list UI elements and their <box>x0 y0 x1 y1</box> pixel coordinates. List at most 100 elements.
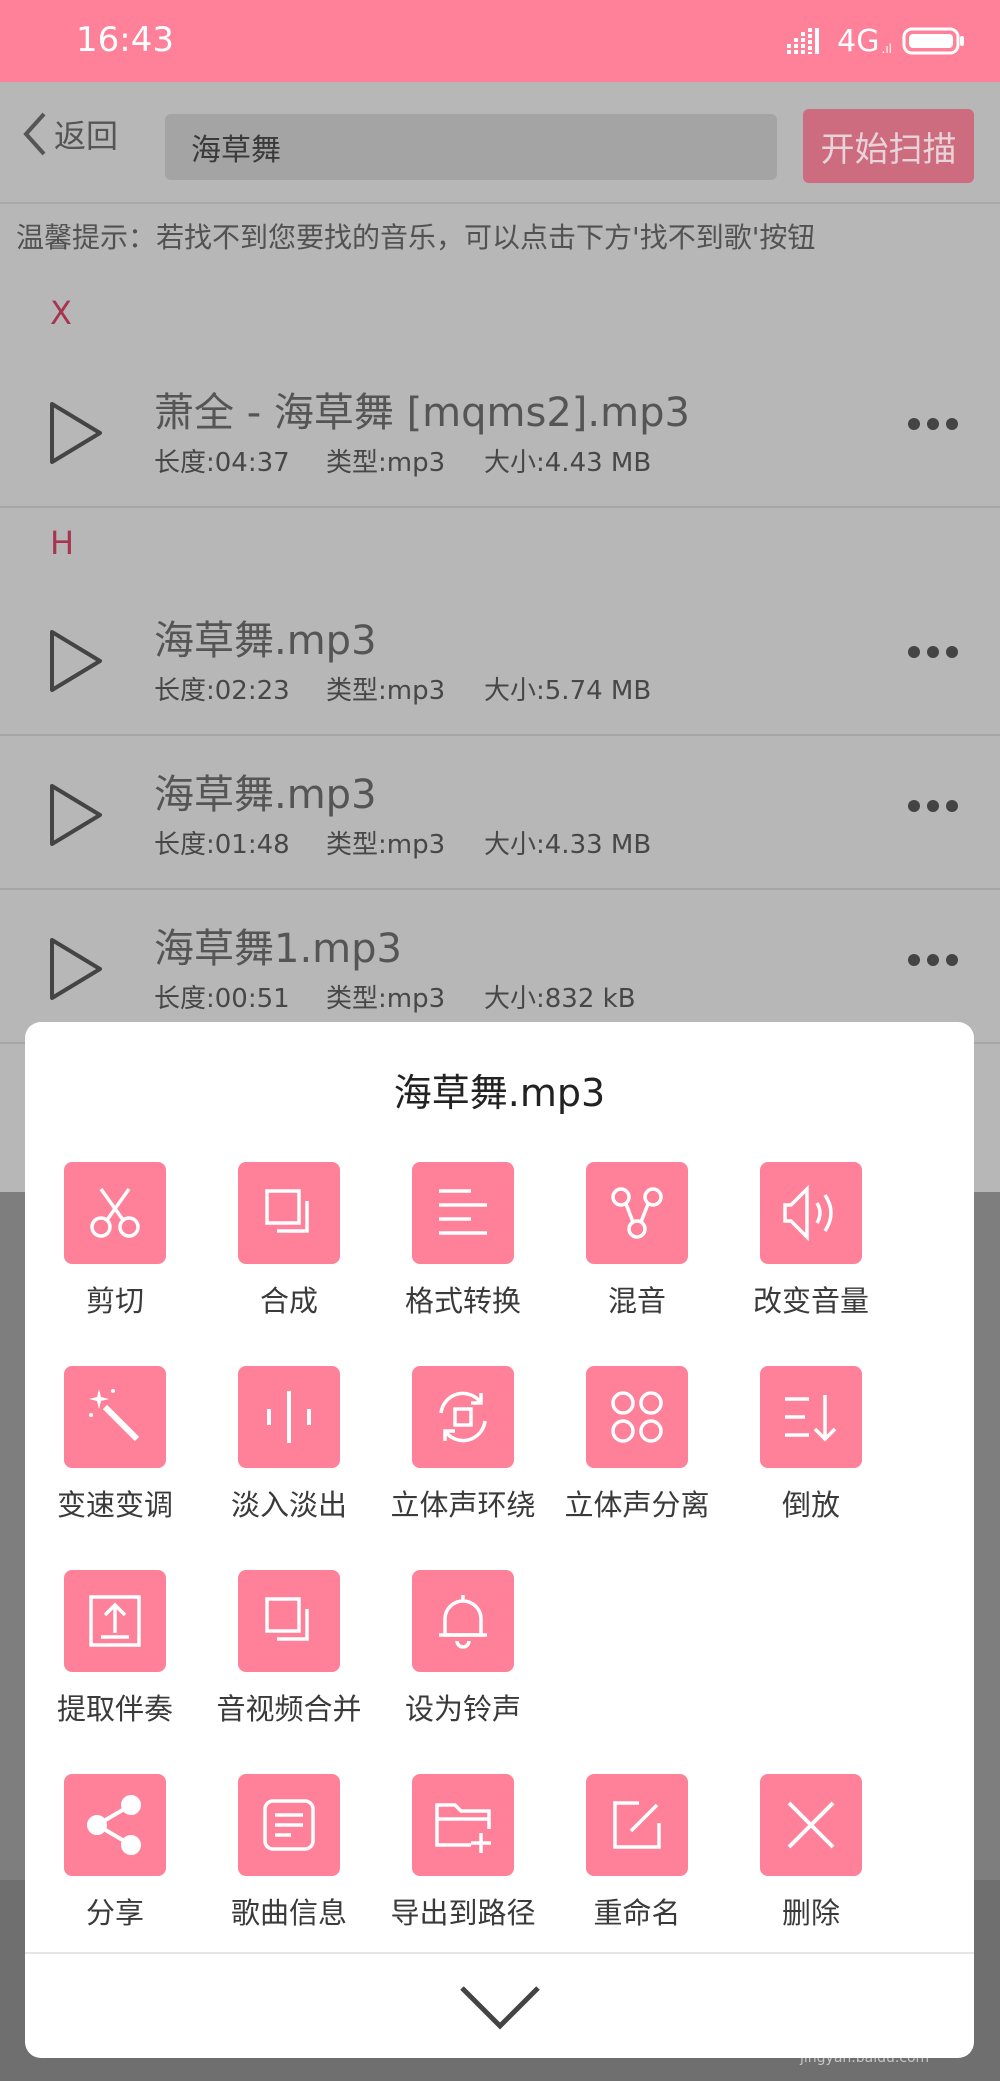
tool-speed-pitch[interactable]: 变速变调 <box>28 1366 202 1524</box>
status-time: 16:43 <box>76 20 174 60</box>
status-bar: 16:43 4G .ıl <box>0 0 1000 82</box>
tool-label: 音视频合并 <box>216 1692 362 1726</box>
tool-stereo-split[interactable]: 立体声分离 <box>550 1366 724 1524</box>
merge-icon <box>238 1162 340 1264</box>
more-options-icon[interactable] <box>908 954 958 966</box>
tool-format-convert[interactable]: 格式转换 <box>376 1162 550 1320</box>
start-scan-button[interactable]: 开始扫描 <box>803 109 974 183</box>
tool-label: 歌曲信息 <box>230 1896 347 1930</box>
more-options-icon[interactable] <box>908 646 958 658</box>
tool-label: 变速变调 <box>56 1488 173 1522</box>
play-icon[interactable] <box>46 398 106 468</box>
song-name: 海草舞.mp3 <box>154 618 377 664</box>
reverse-icon <box>760 1366 862 1468</box>
split-petals-icon <box>586 1366 688 1468</box>
song-row[interactable]: 海草舞.mp3 长度:01:48 类型:mp3 大小:4.33 MB <box>0 740 1000 890</box>
tool-surround[interactable]: 立体声环绕 <box>376 1366 550 1524</box>
tool-label: 混音 <box>607 1284 666 1318</box>
play-icon[interactable] <box>46 780 106 850</box>
tool-label: 重命名 <box>593 1896 681 1930</box>
song-name: 海草舞.mp3 <box>154 772 377 818</box>
tool-av-merge[interactable]: 音视频合并 <box>202 1570 376 1728</box>
tool-cut[interactable]: 剪切 <box>28 1162 202 1320</box>
tool-label: 删除 <box>781 1896 840 1930</box>
scissors-icon <box>64 1162 166 1264</box>
tool-label: 设为铃声 <box>404 1692 521 1726</box>
tool-rename[interactable]: 重命名 <box>550 1774 724 1932</box>
tool-label: 倒放 <box>781 1488 840 1522</box>
tool-label: 合成 <box>259 1284 318 1318</box>
tool-label: 立体声分离 <box>564 1488 710 1522</box>
song-row[interactable]: 海草舞.mp3 长度:02:23 类型:mp3 大小:5.74 MB <box>0 586 1000 736</box>
chevron-down-icon[interactable] <box>458 1982 542 2032</box>
sheet-title: 海草舞.mp3 <box>393 1071 606 1115</box>
back-label: 返回 <box>54 117 119 155</box>
extract-icon <box>64 1570 166 1672</box>
format-lines-icon <box>412 1162 514 1264</box>
watermark-url: jingyan.baidu.com <box>800 2050 930 2066</box>
more-options-icon[interactable] <box>908 418 958 430</box>
tool-export-path[interactable]: 导出到路径 <box>376 1774 550 1932</box>
tool-share[interactable]: 分享 <box>28 1774 202 1932</box>
tool-row: 分享 歌曲信息 导出到路径 重命名 删除 <box>25 1774 974 1944</box>
tool-song-info[interactable]: 歌曲信息 <box>202 1774 376 1932</box>
tool-extract-accompaniment[interactable]: 提取伴奏 <box>28 1570 202 1728</box>
top-bar: 返回 海草舞 开始扫描 <box>0 82 1000 202</box>
play-icon[interactable] <box>46 626 106 696</box>
tip-text: 温馨提示：若找不到您要找的音乐，可以点击下方'找不到歌'按钮 <box>0 202 1000 268</box>
magic-wand-icon <box>64 1366 166 1468</box>
watermark-logo: Bai经验 <box>780 1969 916 2013</box>
song-meta: 长度:01:48 类型:mp3 大小:4.33 MB <box>154 824 651 861</box>
song-meta: 长度:00:51 类型:mp3 大小:832 kB <box>154 978 636 1015</box>
volume-icon <box>760 1162 862 1264</box>
fade-bars-icon <box>238 1366 340 1468</box>
signal-icon <box>787 28 820 54</box>
folder-add-icon <box>412 1774 514 1876</box>
song-length: 长度:02:23 <box>154 676 290 706</box>
network-type: 4G <box>837 23 880 59</box>
song-meta: 长度:02:23 类型:mp3 大小:5.74 MB <box>154 670 651 707</box>
tool-fade[interactable]: 淡入淡出 <box>202 1366 376 1524</box>
tool-label: 格式转换 <box>404 1284 521 1318</box>
edit-icon <box>586 1774 688 1876</box>
back-button[interactable]: 返回 <box>22 110 118 158</box>
tool-label: 分享 <box>85 1896 144 1930</box>
song-name: 萧全 - 海草舞 [mqms2].mp3 <box>154 390 690 436</box>
song-size: 大小:5.74 MB <box>484 676 652 706</box>
tool-row: 剪切 合成 格式转换 混音 改变音量 <box>25 1162 974 1332</box>
av-merge-icon <box>238 1570 340 1672</box>
song-type: 类型:mp3 <box>326 830 446 860</box>
song-row[interactable]: 萧全 - 海草舞 [mqms2].mp3 长度:04:37 类型:mp3 大小:… <box>0 358 1000 508</box>
battery-icon <box>902 27 964 55</box>
song-type: 类型:mp3 <box>326 676 446 706</box>
tool-row: 变速变调 淡入淡出 立体声环绕 立体声分离 倒放 <box>25 1366 974 1536</box>
tool-mix[interactable]: 混音 <box>550 1162 724 1320</box>
song-size: 大小:832 kB <box>484 984 636 1014</box>
song-size: 大小:4.33 MB <box>484 830 652 860</box>
tool-label: 提取伴奏 <box>56 1692 173 1726</box>
song-size: 大小:4.43 MB <box>484 448 652 478</box>
song-length: 长度:01:48 <box>154 830 290 860</box>
play-icon[interactable] <box>46 934 106 1004</box>
tool-delete[interactable]: 删除 <box>724 1774 898 1932</box>
tool-set-ringtone[interactable]: 设为铃声 <box>376 1570 550 1728</box>
song-type: 类型:mp3 <box>326 448 446 478</box>
chevron-left-icon <box>23 112 46 156</box>
song-type: 类型:mp3 <box>326 984 446 1014</box>
surround-icon <box>412 1366 514 1468</box>
mix-nodes-icon <box>586 1162 688 1264</box>
more-options-icon[interactable] <box>908 800 958 812</box>
share-icon <box>64 1774 166 1876</box>
tool-label: 剪切 <box>85 1284 144 1318</box>
group-letter: H <box>50 524 75 562</box>
tool-volume[interactable]: 改变音量 <box>724 1162 898 1320</box>
song-length: 长度:00:51 <box>154 984 290 1014</box>
song-length: 长度:04:37 <box>154 448 290 478</box>
song-name: 海草舞1.mp3 <box>154 926 402 972</box>
tool-merge[interactable]: 合成 <box>202 1162 376 1320</box>
tool-reverse[interactable]: 倒放 <box>724 1366 898 1524</box>
search-input[interactable]: 海草舞 <box>165 114 777 180</box>
status-icons: 4G .ıl <box>787 20 966 62</box>
group-letter: X <box>50 294 72 332</box>
tool-row: 提取伴奏 音视频合并 设为铃声 <box>25 1570 974 1740</box>
